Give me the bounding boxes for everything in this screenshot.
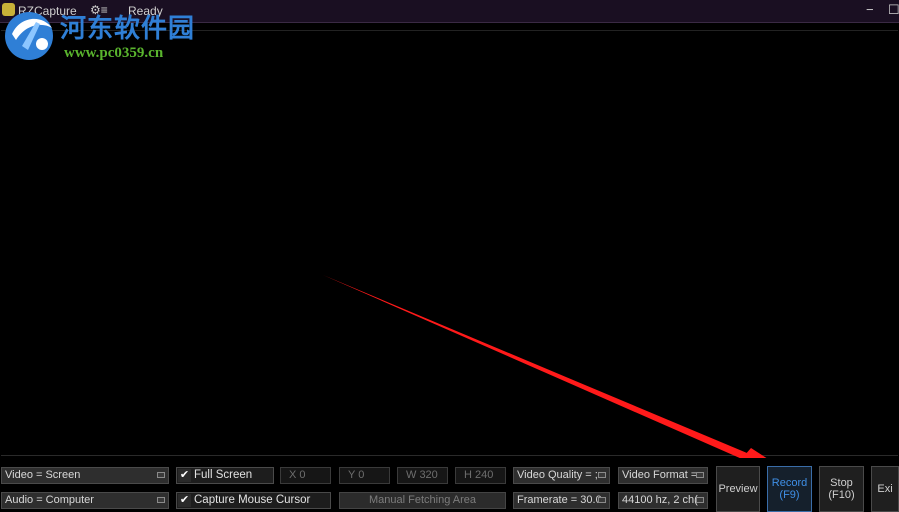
exit-label: Exi — [877, 483, 893, 495]
dropdown-icon — [598, 497, 606, 503]
audio-format-select[interactable]: 44100 hz, 2 ch( — [618, 492, 708, 509]
dropdown-icon — [696, 472, 704, 478]
preview-label: Preview — [718, 483, 758, 495]
video-quality-select[interactable]: Video Quality = ; — [513, 467, 610, 484]
record-button[interactable]: Record (F9) — [767, 466, 812, 512]
video-quality-value: Video Quality = ; — [517, 469, 598, 481]
y-coordinate-field[interactable]: Y 0 — [339, 467, 390, 484]
record-label: Record — [771, 477, 808, 489]
dropdown-icon — [696, 497, 704, 503]
height-field[interactable]: H 240 — [455, 467, 506, 484]
manual-fetching-area-button[interactable]: Manual Fetching Area — [339, 492, 506, 509]
checkmark-icon: ✔ — [178, 494, 191, 507]
audio-format-value: 44100 hz, 2 ch( — [622, 494, 698, 506]
preview-button[interactable]: Preview — [716, 466, 760, 512]
audio-source-select[interactable]: Audio = Computer — [1, 492, 169, 509]
stop-hotkey: (F10) — [828, 489, 855, 501]
framerate-select[interactable]: Framerate = 30.0 — [513, 492, 610, 509]
video-source-select[interactable]: Video = Screen — [1, 467, 169, 484]
audio-source-value: Audio = Computer — [5, 494, 94, 506]
framerate-value: Framerate = 30.0 — [517, 494, 602, 506]
full-screen-label: Full Screen — [194, 469, 253, 481]
stop-button[interactable]: Stop (F10) — [819, 466, 864, 512]
dropdown-icon — [157, 497, 165, 503]
stop-label: Stop — [830, 477, 853, 489]
video-source-value: Video = Screen — [5, 469, 81, 481]
dropdown-icon — [598, 472, 606, 478]
video-format-value: Video Format = — [622, 469, 698, 481]
capture-controls: Video = Screen Audio = Computer ✔ Full S… — [0, 458, 899, 512]
record-hotkey: (F9) — [779, 489, 800, 501]
full-screen-checkbox[interactable]: ✔ Full Screen — [176, 467, 274, 484]
capture-mouse-cursor-label: Capture Mouse Cursor — [194, 494, 311, 506]
x-coordinate-field[interactable]: X 0 — [280, 467, 331, 484]
exit-button[interactable]: Exi — [871, 466, 899, 512]
dropdown-icon — [157, 472, 165, 478]
annotation-arrow — [323, 275, 785, 470]
checkmark-icon: ✔ — [178, 469, 191, 482]
capture-mouse-cursor-checkbox[interactable]: ✔ Capture Mouse Cursor — [176, 492, 331, 509]
width-field[interactable]: W 320 — [397, 467, 448, 484]
video-format-select[interactable]: Video Format = — [618, 467, 708, 484]
